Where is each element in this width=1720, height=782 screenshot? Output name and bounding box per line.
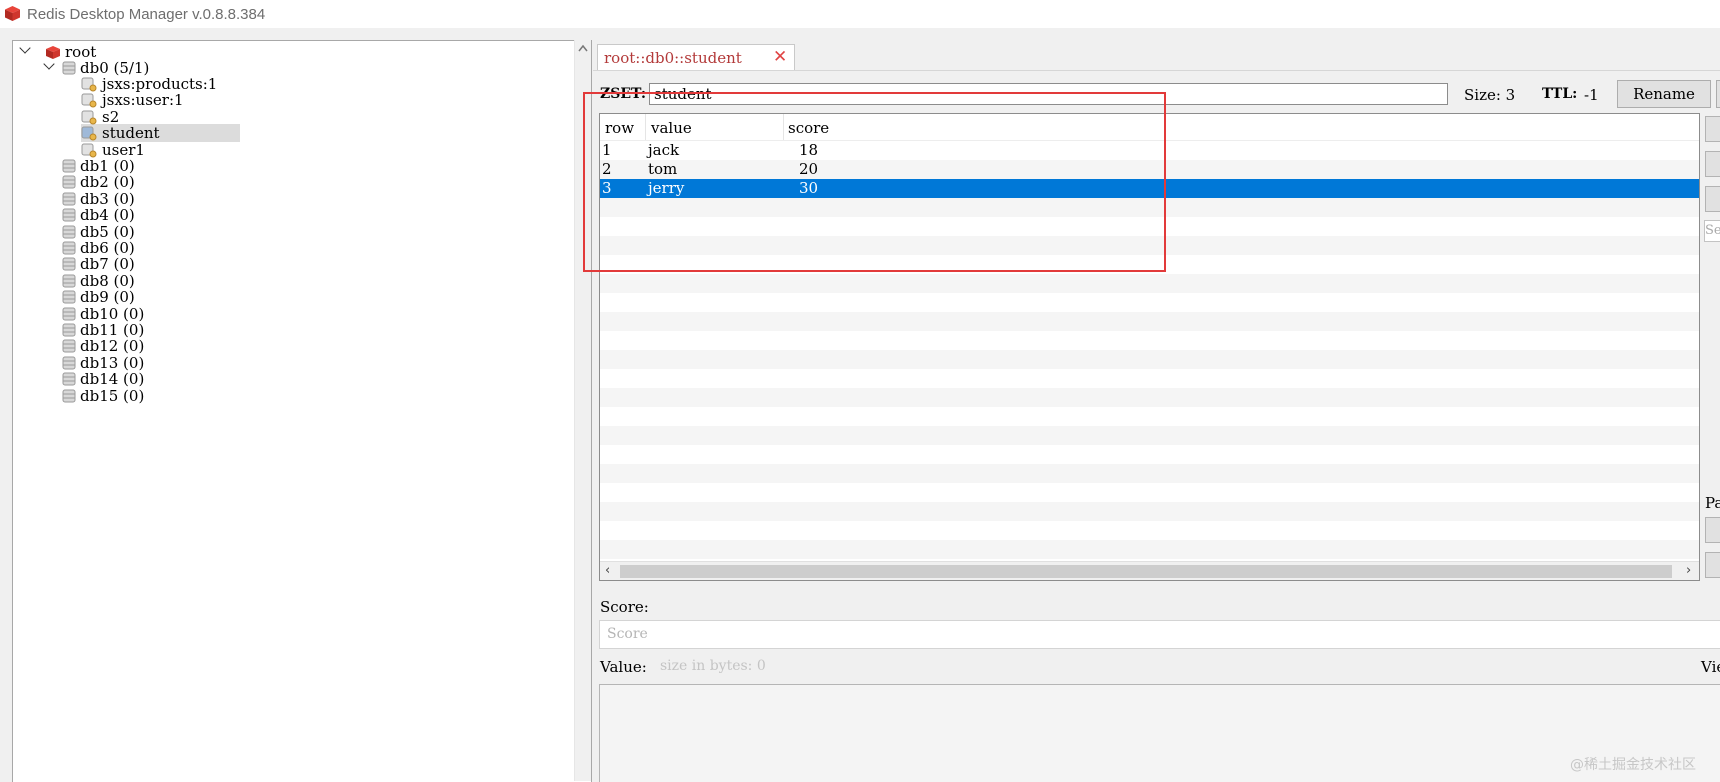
key-size: Size: 3 — [1464, 86, 1516, 104]
scrollbar-thumb[interactable] — [620, 565, 1672, 578]
table-stripe — [600, 312, 1699, 331]
key-icon — [81, 93, 97, 108]
table-stripe — [600, 350, 1699, 369]
toolbar-button-partial[interactable] — [1716, 80, 1720, 108]
tree-database-label: db10 (0) — [80, 304, 145, 323]
rename-button[interactable]: Rename — [1617, 80, 1711, 108]
table-stripe — [600, 369, 1699, 388]
tree-database-label: db9 (0) — [80, 288, 135, 307]
tree-database-label: db8 (0) — [80, 271, 135, 290]
value-label: Value: — [600, 658, 647, 676]
tree-database-label: db15 (0) — [80, 386, 145, 405]
horizontal-scrollbar[interactable]: ‹ › — [600, 561, 1699, 580]
database-icon — [62, 389, 76, 403]
score-placeholder: Score — [607, 626, 648, 642]
database-icon — [62, 241, 76, 255]
window-title: Redis Desktop Manager v.0.8.8.384 — [27, 6, 266, 23]
ttl-value: -1 — [1584, 86, 1599, 104]
table-stripe — [600, 540, 1699, 559]
score-input[interactable]: Score — [599, 620, 1720, 649]
tree-database-label: db5 (0) — [80, 222, 135, 241]
ttl-label: TTL: — [1542, 86, 1578, 102]
chevron-down-icon[interactable] — [43, 58, 55, 70]
tree-database-label: db4 (0) — [80, 206, 135, 225]
table-stripe — [600, 293, 1699, 312]
tree-key-label: jsxs:products:1 — [102, 75, 218, 93]
tab-label: root::db0::student — [604, 49, 742, 67]
table-stripe — [600, 502, 1699, 521]
chevron-down-icon[interactable] — [19, 42, 31, 54]
database-icon — [62, 159, 76, 173]
delete-row-button[interactable] — [1705, 151, 1720, 177]
table-stripe — [600, 388, 1699, 407]
database-icon — [62, 323, 76, 337]
database-icon — [62, 356, 76, 370]
scroll-up-icon[interactable] — [578, 44, 588, 52]
view-as-label: Vie — [1701, 658, 1720, 676]
tree-database-label: db12 (0) — [80, 337, 145, 356]
redis-logo-icon — [5, 6, 20, 21]
scroll-left-icon[interactable]: ‹ — [605, 563, 610, 578]
page-next-button[interactable] — [1705, 517, 1720, 543]
key-icon — [81, 126, 97, 141]
database-icon — [62, 290, 76, 304]
table-stripe — [600, 274, 1699, 293]
tab-root-db0-student[interactable]: root::db0::student ✕ — [597, 44, 795, 71]
database-icon — [62, 61, 76, 75]
table-stripe — [600, 331, 1699, 350]
table-stripe — [600, 483, 1699, 502]
tree-key-label: jsxs:user:1 — [102, 91, 184, 110]
table-stripe — [600, 426, 1699, 445]
scroll-right-icon[interactable]: › — [1686, 563, 1691, 578]
watermark: @稀土掘金技术社区 — [1570, 757, 1696, 773]
database-icon — [62, 208, 76, 222]
key-icon — [81, 77, 97, 92]
database-icon — [62, 192, 76, 206]
tree-database-label: db11 (0) — [80, 321, 145, 339]
redis-server-icon — [46, 46, 60, 59]
tree-key-label: user1 — [102, 140, 145, 159]
annotation-highlight-box — [583, 92, 1166, 272]
table-stripe — [600, 407, 1699, 426]
page-label: Pa — [1705, 494, 1720, 512]
reload-button[interactable] — [1705, 186, 1720, 212]
page-prev-button[interactable] — [1705, 552, 1720, 578]
value-size-hint: size in bytes: 0 — [660, 658, 766, 674]
close-icon[interactable]: ✕ — [773, 47, 787, 67]
key-icon — [81, 110, 97, 125]
connection-tree[interactable]: root db0 (5/1) jsxs:products:1 jsxs:user:… — [12, 40, 592, 782]
database-icon — [62, 257, 76, 271]
table-stripe — [600, 521, 1699, 540]
score-label: Score: — [600, 598, 649, 616]
tree-database-label: db3 (0) — [80, 189, 135, 208]
add-row-button[interactable] — [1705, 116, 1720, 142]
database-icon — [62, 274, 76, 288]
value-editor[interactable] — [599, 684, 1720, 782]
tree-database-label: db14 (0) — [80, 370, 145, 389]
tree-database-label: db2 (0) — [80, 173, 135, 192]
tree-key-label: student — [102, 124, 160, 143]
database-icon — [62, 372, 76, 386]
tree-database-label: db7 (0) — [80, 255, 135, 274]
title-bar: Redis Desktop Manager v.0.8.8.384 — [0, 0, 1720, 28]
search-field[interactable]: Se — [1704, 220, 1720, 242]
tree-database-label: db13 (0) — [80, 353, 145, 372]
database-icon — [62, 339, 76, 353]
key-icon — [81, 143, 97, 158]
tree-key-label: s2 — [102, 107, 120, 126]
tree-database-label: db6 (0) — [80, 239, 135, 257]
table-stripe — [600, 464, 1699, 483]
tree-database-label: db1 (0) — [80, 157, 135, 175]
database-icon — [62, 175, 76, 189]
database-icon — [62, 225, 76, 239]
database-icon — [62, 307, 76, 321]
table-stripe — [600, 445, 1699, 464]
